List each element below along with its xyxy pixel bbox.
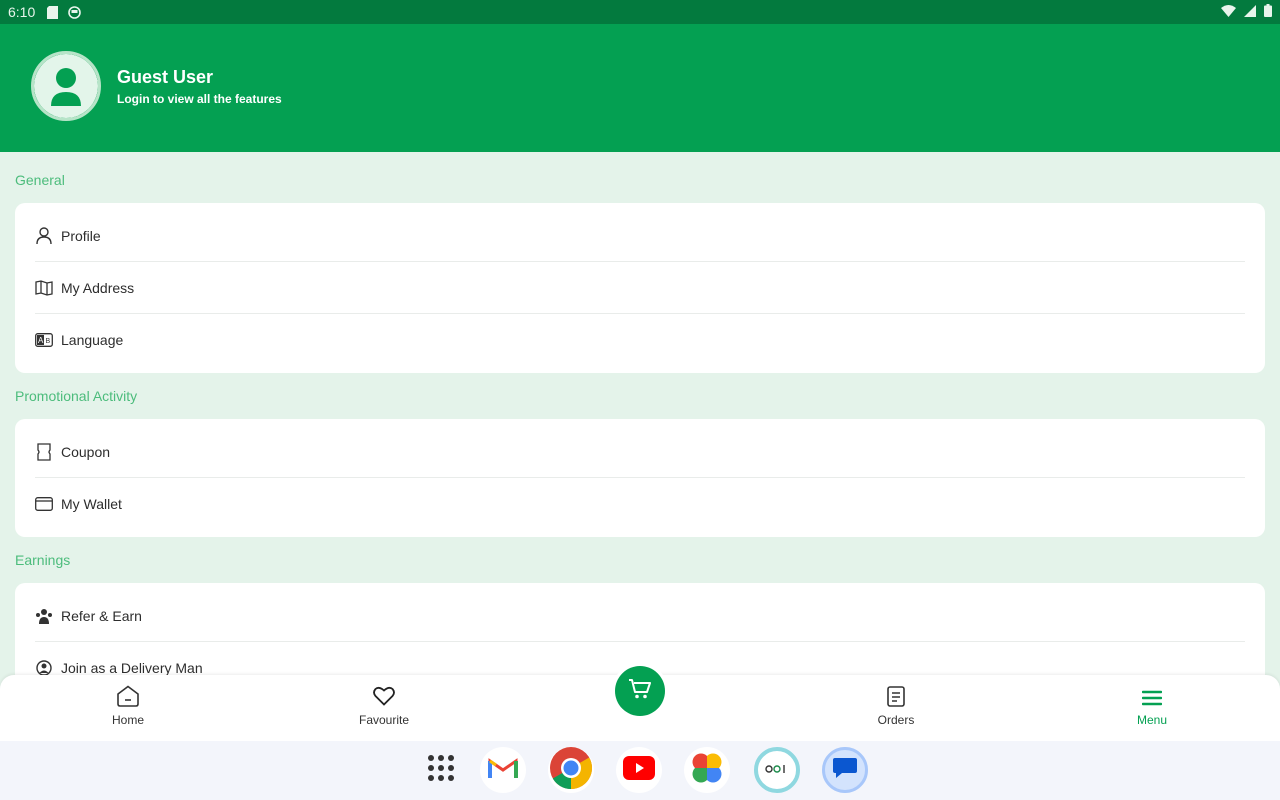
menu-item-label: My Wallet	[61, 496, 122, 512]
menu-icon	[1142, 687, 1162, 709]
coupon-icon	[35, 442, 53, 461]
general-card: Profile My Address AB Language	[15, 203, 1265, 373]
orders-icon	[887, 685, 905, 707]
menu-item-label: Refer & Earn	[61, 607, 142, 624]
nav-label: Home	[111, 713, 144, 727]
app-drawer-button[interactable]	[418, 747, 464, 793]
messages-app[interactable]	[822, 747, 868, 793]
face-icon	[68, 5, 82, 19]
menu-item-my-wallet[interactable]: My Wallet	[35, 478, 1245, 530]
section-title-earnings: Earnings	[15, 552, 71, 568]
wallet-icon	[35, 495, 53, 513]
nav-home[interactable]: Home	[68, 675, 188, 741]
menu-item-language[interactable]: AB Language	[35, 314, 1245, 366]
gmail-icon	[488, 756, 518, 785]
wifi-icon	[1221, 4, 1236, 20]
youtube-app[interactable]	[616, 747, 662, 793]
nav-orders[interactable]: Orders	[836, 675, 956, 741]
refer-icon	[35, 607, 53, 625]
user-avatar-icon	[34, 54, 98, 118]
nav-favourite[interactable]: Favourite	[324, 675, 444, 741]
app-icon	[765, 761, 789, 779]
chrome-icon	[549, 746, 593, 795]
messages-icon	[832, 756, 858, 785]
gmail-app[interactable]	[480, 747, 526, 793]
menu-item-my-address[interactable]: My Address	[35, 262, 1245, 314]
cart-button[interactable]	[612, 663, 668, 719]
heart-icon	[373, 685, 395, 707]
menu-item-label: Language	[61, 332, 124, 348]
person-icon	[35, 226, 53, 245]
map-icon	[35, 279, 53, 297]
profile-header: Guest User Login to view all the feature…	[0, 24, 1280, 152]
photos-icon	[691, 752, 723, 789]
status-bar: 6:10	[0, 0, 1280, 24]
menu-item-label: Profile	[61, 227, 101, 244]
menu-item-label: Join as a Delivery Man	[61, 660, 203, 676]
nav-label: Menu	[1136, 713, 1168, 727]
status-time: 6:10	[8, 4, 36, 20]
promotional-card: Coupon My Wallet	[15, 419, 1265, 537]
menu-item-coupon[interactable]: Coupon	[35, 426, 1245, 478]
login-hint[interactable]: Login to view all the features	[117, 92, 282, 106]
svg-text:A: A	[38, 336, 44, 345]
taskbar	[0, 741, 1280, 800]
battery-icon	[1264, 4, 1272, 20]
menu-item-refer-earn[interactable]: Refer & Earn	[35, 590, 1245, 642]
menu-item-profile[interactable]: Profile	[35, 210, 1245, 262]
nav-menu[interactable]: Menu	[1092, 675, 1212, 741]
menu-item-label: Coupon	[61, 443, 111, 460]
nav-label: Orders	[877, 713, 915, 727]
section-title-general: General	[15, 172, 65, 188]
sd-card-icon	[47, 5, 59, 19]
language-icon: AB	[35, 331, 53, 349]
cart-icon	[628, 678, 652, 705]
youtube-icon	[623, 755, 655, 785]
user-name: Guest User	[117, 67, 214, 87]
home-icon	[116, 685, 140, 707]
avatar[interactable]	[31, 51, 101, 121]
section-title-promotional: Promotional Activity	[15, 388, 138, 404]
menu-item-label: My Address	[61, 279, 135, 296]
svg-text:B: B	[46, 338, 51, 345]
chrome-app[interactable]	[548, 746, 594, 795]
app-drawer-icon	[427, 754, 455, 787]
app-shortcut[interactable]	[754, 747, 800, 793]
signal-icon	[1244, 4, 1256, 20]
photos-app[interactable]	[684, 747, 730, 793]
nav-label: Favourite	[358, 713, 410, 727]
